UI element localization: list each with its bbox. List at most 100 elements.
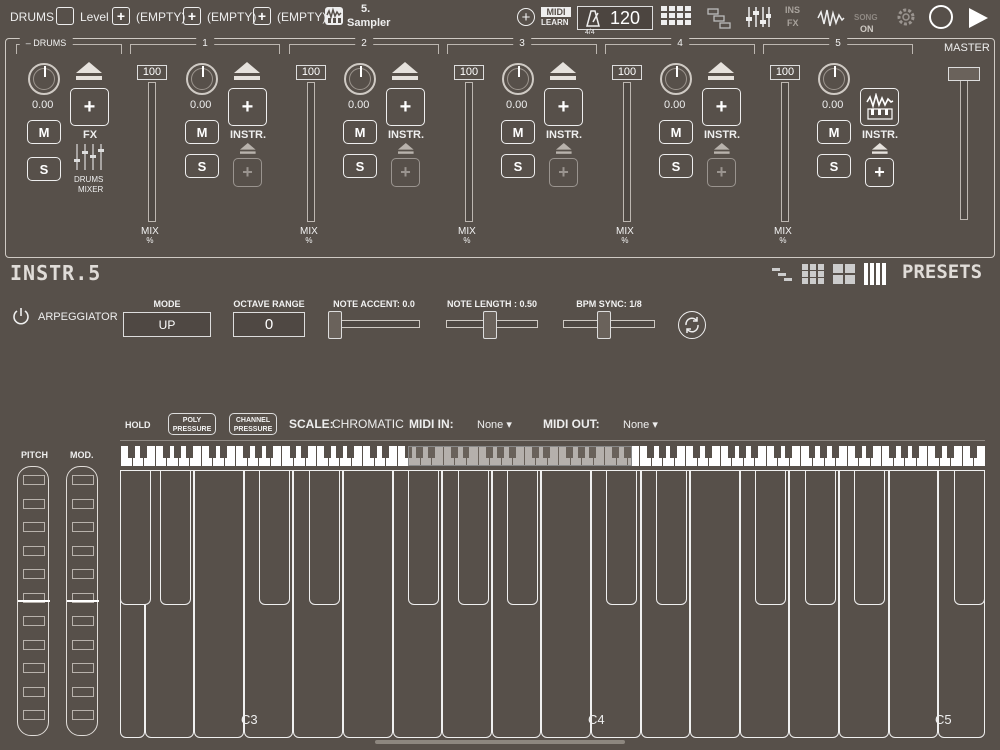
note-length-thumb[interactable]: [483, 311, 497, 339]
channel-1-solo-button[interactable]: S: [185, 154, 219, 178]
channel-5-mute-button[interactable]: M: [817, 120, 851, 144]
channel-3-add-instr-button[interactable]: +: [549, 158, 578, 187]
channel-3-fader[interactable]: [465, 82, 473, 222]
slot-1-label[interactable]: (EMPTY): [136, 10, 185, 24]
song-label[interactable]: SONG: [854, 13, 878, 22]
record-button[interactable]: [929, 5, 953, 29]
waveform-icon[interactable]: [817, 8, 845, 28]
channel-5-eject-small-icon[interactable]: [872, 143, 888, 155]
channel-1-knob[interactable]: [186, 63, 218, 95]
black-key[interactable]: [755, 470, 786, 605]
pad-view-icon[interactable]: [833, 264, 855, 284]
bpm-sync-thumb[interactable]: [597, 311, 611, 339]
channel-5-level[interactable]: 100: [770, 65, 800, 80]
channel-1-eject-icon[interactable]: [234, 62, 260, 82]
slot-3-label[interactable]: (EMPTY): [277, 10, 326, 24]
channel-1-eject-small-icon[interactable]: [240, 143, 256, 155]
channel-2-eject-small-icon[interactable]: [398, 143, 414, 155]
channel-1-instr-add-button[interactable]: +: [228, 88, 267, 126]
black-key[interactable]: [854, 470, 885, 605]
channel-2-add-instr-button[interactable]: +: [391, 158, 420, 187]
black-key[interactable]: [408, 470, 439, 605]
add-track-button[interactable]: +: [517, 8, 535, 26]
channel-4-add-instr-button[interactable]: +: [707, 158, 736, 187]
channel-3-level[interactable]: 100: [454, 65, 484, 80]
mod-wheel[interactable]: [66, 466, 99, 736]
channel-5-sampler-button[interactable]: [860, 88, 899, 126]
channel-4-level[interactable]: 100: [612, 65, 642, 80]
black-key[interactable]: [507, 470, 538, 605]
channel-2-mute-button[interactable]: M: [343, 120, 377, 144]
black-key[interactable]: [309, 470, 340, 605]
channel-4-mute-button[interactable]: M: [659, 120, 693, 144]
white-key[interactable]: [343, 470, 393, 738]
channel-2-solo-button[interactable]: S: [343, 154, 377, 178]
hold-button[interactable]: HOLD: [125, 420, 151, 430]
ins-fx-bottom[interactable]: FX: [787, 18, 799, 28]
channel-3-eject-small-icon[interactable]: [556, 143, 572, 155]
drums-solo-button[interactable]: S: [27, 157, 61, 181]
channel-4-eject-icon[interactable]: [708, 62, 734, 82]
master-fader-thumb[interactable]: [948, 67, 980, 81]
black-key[interactable]: [458, 470, 489, 605]
channel-4-eject-small-icon[interactable]: [714, 143, 730, 155]
mixer-icon[interactable]: [745, 6, 771, 28]
note-accent-thumb[interactable]: [328, 311, 342, 339]
channel-1-fader[interactable]: [148, 82, 156, 222]
sync-button[interactable]: [678, 311, 706, 339]
mode-select[interactable]: UP: [123, 312, 211, 337]
black-key[interactable]: [606, 470, 637, 605]
keyboard-scrollbar[interactable]: [375, 740, 625, 744]
midi-learn-button[interactable]: MIDI: [541, 7, 571, 17]
channel-5-add-instr-button[interactable]: +: [865, 158, 894, 187]
black-key[interactable]: [160, 470, 191, 605]
sampler-icon[interactable]: [325, 7, 343, 25]
channel-3-solo-button[interactable]: S: [501, 154, 535, 178]
channel-4-instr-add-button[interactable]: +: [702, 88, 741, 126]
white-key[interactable]: [541, 470, 591, 738]
poly-pressure-button[interactable]: POLY PRESSURE: [168, 413, 216, 435]
white-key[interactable]: [194, 470, 244, 738]
add-slot-1-button[interactable]: +: [112, 7, 130, 25]
grid-view-icon[interactable]: [802, 264, 824, 284]
tempo-box[interactable]: 120: [577, 6, 653, 30]
presets-button[interactable]: PRESETS: [902, 261, 982, 283]
channel-2-fader[interactable]: [307, 82, 315, 222]
channel-pressure-button[interactable]: CHANNEL PRESSURE: [229, 413, 277, 435]
channel-4-solo-button[interactable]: S: [659, 154, 693, 178]
channel-3-mute-button[interactable]: M: [501, 120, 535, 144]
black-key[interactable]: [656, 470, 687, 605]
channel-2-instr-add-button[interactable]: +: [386, 88, 425, 126]
pattern-grid-icon[interactable]: [661, 6, 697, 30]
channel-5-fader[interactable]: [781, 82, 789, 222]
octave-range-field[interactable]: 0: [233, 312, 305, 337]
black-key[interactable]: [805, 470, 836, 605]
drums-mixer-icon[interactable]: [73, 143, 107, 171]
channel-1-level[interactable]: 100: [137, 65, 167, 80]
add-slot-3-button[interactable]: +: [253, 7, 271, 25]
channel-4-knob[interactable]: [660, 63, 692, 95]
channel-1-add-instr-button[interactable]: +: [233, 158, 262, 187]
channel-3-instr-add-button[interactable]: +: [544, 88, 583, 126]
midi-out-select[interactable]: None ▾: [623, 418, 658, 431]
black-key[interactable]: [259, 470, 290, 605]
channel-3-eject-icon[interactable]: [550, 62, 576, 82]
drums-knob[interactable]: [28, 63, 60, 95]
drums-mute-button[interactable]: M: [27, 120, 61, 144]
channel-5-solo-button[interactable]: S: [817, 154, 851, 178]
arrangement-icon[interactable]: [707, 8, 733, 30]
keyboard-view-icon[interactable]: [864, 263, 886, 285]
play-button[interactable]: [966, 6, 990, 30]
channel-5-knob[interactable]: [818, 63, 850, 95]
gear-icon[interactable]: [895, 6, 917, 28]
slot-2-label[interactable]: (EMPTY): [207, 10, 256, 24]
channel-1-mute-button[interactable]: M: [185, 120, 219, 144]
channel-4-fader[interactable]: [623, 82, 631, 222]
keyboard-range-selector[interactable]: [408, 446, 632, 466]
drums-eject-icon[interactable]: [76, 62, 102, 82]
drums-fx-add-button[interactable]: +: [70, 88, 109, 126]
white-key[interactable]: [888, 470, 939, 738]
black-key[interactable]: [120, 470, 151, 605]
white-key[interactable]: [690, 470, 740, 738]
power-icon[interactable]: [12, 307, 30, 325]
